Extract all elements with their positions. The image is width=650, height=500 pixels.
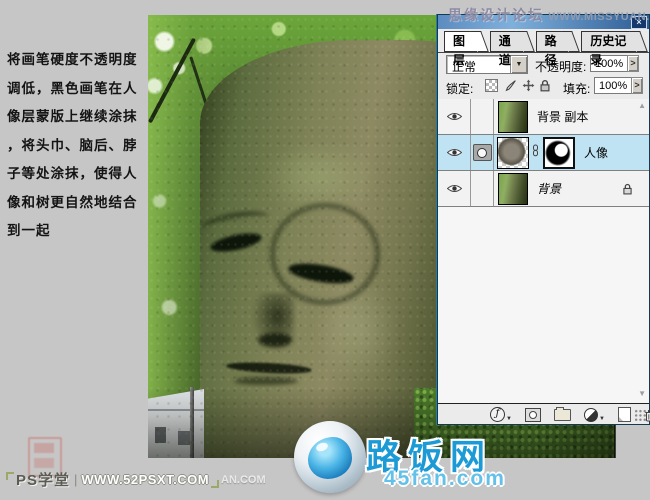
layer-thumbnail[interactable] [497, 137, 529, 169]
lock-label: 锁定: [446, 80, 473, 97]
faint-watermark-tail: AN.COM [221, 474, 266, 486]
bottom-left-watermark: PS学堂 | WWW.52PSXT.COM AN.COM [6, 469, 266, 490]
layer-name: 背景 [537, 180, 561, 197]
lock-position-move-icon[interactable] [522, 79, 535, 92]
layer-list: 背景 副本 人像 [438, 99, 649, 404]
tab-layers[interactable]: 图层 [444, 31, 477, 52]
panel-resize-grip[interactable] [634, 409, 647, 422]
link-indicator-cell[interactable] [471, 99, 494, 134]
layers-panel: × 图层 通道 路径 历史记录 » 正常 ▼ 不透明度: 100% > 锁定: [437, 14, 650, 425]
layer-mask-thumbnail[interactable] [543, 137, 575, 169]
layer-style-icon: ƒ [490, 407, 505, 422]
eye-icon [447, 148, 462, 157]
panel-tabs: 图层 通道 路径 历史记录 [438, 31, 649, 53]
new-layer-button[interactable] [618, 407, 631, 422]
fill-field[interactable]: 100% [594, 77, 632, 94]
scroll-up-icon[interactable]: ▲ [638, 102, 646, 110]
fill-label: 填充: [563, 80, 590, 97]
eye-icon [447, 112, 462, 121]
layer-row-background[interactable]: 背景 [438, 171, 649, 207]
add-layer-mask-button[interactable] [525, 408, 541, 422]
adjustment-layer-button[interactable]: ▼ [584, 408, 605, 422]
lock-paint-brush-icon[interactable] [504, 79, 517, 92]
blend-options-row: 正常 ▼ 不透明度: 100% > [438, 55, 649, 76]
layer-thumbnail[interactable] [498, 101, 528, 133]
layer-name: 人像 [584, 144, 608, 161]
photoshop-workspace: 将画笔硬度不透明度 调低，黑色画笔在人 像层蒙版上继续涂抹 ，将头巾、脑后、脖 … [0, 0, 650, 500]
top-watermark: 思缘设计论坛 WWW.MISSYUAN.COM [448, 5, 650, 25]
ps-school-brand: PS学堂 [16, 469, 70, 490]
link-icon[interactable] [532, 144, 539, 162]
new-group-button[interactable] [554, 409, 571, 421]
scroll-down-icon[interactable]: ▼ [638, 390, 646, 398]
visibility-cell[interactable] [438, 135, 471, 170]
chevron-down-icon[interactable]: ▼ [510, 56, 527, 73]
separator: | [74, 472, 77, 487]
tutorial-text: 将画笔硬度不透明度 调低，黑色画笔在人 像层蒙版上继续涂抹 ，将头巾、脑后、脖 … [7, 46, 147, 246]
fill-stepper[interactable]: > [631, 77, 643, 94]
new-layer-icon [618, 407, 631, 422]
lock-options-row: 锁定: 填充: 100% > [438, 78, 649, 98]
bracket-decoration [6, 472, 14, 480]
visibility-cell[interactable] [438, 171, 471, 206]
bracket-decoration [211, 480, 219, 488]
lock-transparency-icon[interactable] [485, 79, 498, 92]
lufan-url-text: 45fan.com [384, 467, 506, 491]
link-indicator-cell[interactable] [471, 171, 494, 206]
layer-row-portrait[interactable]: 人像 [438, 135, 649, 171]
mask-edit-indicator[interactable] [471, 135, 494, 170]
layer-name: 背景 副本 [537, 108, 588, 125]
watermark-site-url: WWW.MISSYUAN.COM [548, 11, 650, 23]
opacity-stepper[interactable]: > [627, 55, 639, 72]
opacity-label: 不透明度: [535, 58, 586, 75]
lock-all-icon[interactable] [539, 79, 552, 92]
tab-history[interactable]: 历史记录 [581, 31, 636, 52]
lufan-logo [294, 421, 366, 493]
adjustment-layer-icon [584, 408, 598, 422]
tab-channels[interactable]: 通道 [490, 31, 523, 52]
mask-indicator-icon [473, 144, 492, 161]
tab-paths[interactable]: 路径 [536, 31, 569, 52]
visibility-cell[interactable] [438, 99, 471, 134]
panel-bottom-bar: ƒ▼ ▼ [438, 405, 649, 424]
layer-style-button[interactable]: ƒ▼ [490, 407, 512, 422]
eye-icon [447, 184, 462, 193]
layer-thumbnail[interactable] [498, 173, 528, 205]
folder-icon [554, 409, 571, 421]
add-mask-icon [525, 408, 541, 422]
lock-icon [622, 182, 633, 200]
watermark-site-name: 思缘设计论坛 [448, 7, 544, 23]
layer-row-background-copy[interactable]: 背景 副本 [438, 99, 649, 135]
ps-school-url: WWW.52PSXT.COM [81, 472, 209, 487]
